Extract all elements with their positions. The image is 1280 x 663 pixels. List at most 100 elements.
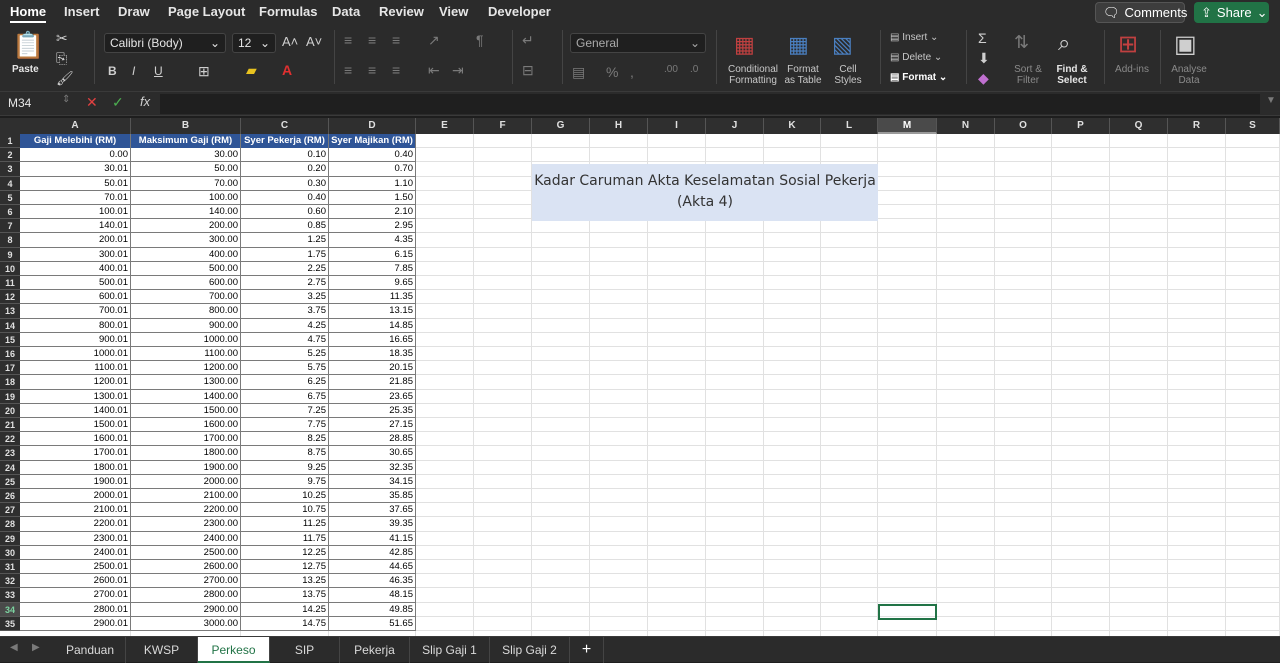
table-cell[interactable]: 8.25 [241, 432, 329, 447]
cell-styles-icon[interactable]: ▧ [832, 32, 853, 58]
format-painter-icon[interactable]: 🖌 [56, 70, 74, 87]
column-header-n[interactable]: N [937, 118, 995, 134]
table-cell[interactable]: 30.00 [131, 148, 241, 163]
conditional-formatting-button[interactable]: Conditional Formatting [726, 64, 780, 86]
table-cell[interactable]: 1400.01 [20, 403, 131, 418]
table-cell[interactable]: 0.10 [241, 148, 329, 163]
align-center-icon[interactable]: ≡ [368, 62, 376, 78]
table-cell[interactable]: 7.75 [241, 418, 329, 433]
table-cell[interactable]: 1300.00 [131, 375, 241, 390]
table-cell[interactable]: 0.40 [329, 148, 416, 163]
table-cell[interactable]: 100.01 [20, 205, 131, 220]
row-header[interactable]: 33 [0, 588, 20, 603]
copy-icon[interactable]: ⎘ [56, 50, 67, 67]
table-cell[interactable]: 2400.01 [20, 545, 131, 560]
table-cell[interactable]: 400.00 [131, 247, 241, 262]
format-as-table-icon[interactable]: ▦ [788, 32, 809, 58]
row-header[interactable]: 30 [0, 545, 20, 560]
table-cell[interactable]: 2500.01 [20, 560, 131, 575]
table-cell[interactable]: 21.85 [329, 375, 416, 390]
table-cell[interactable]: 0.85 [241, 219, 329, 234]
table-cell[interactable]: 0.40 [241, 190, 329, 205]
analyse-data-button[interactable]: Analyse Data [1168, 64, 1210, 86]
paste-button[interactable]: Paste [12, 64, 39, 75]
scroll-left-icon[interactable]: ◀ [10, 642, 18, 653]
table-cell[interactable]: 16.65 [329, 332, 416, 347]
row-header[interactable]: 6 [0, 205, 20, 220]
table-cell[interactable]: 9.65 [329, 276, 416, 291]
table-cell[interactable]: 2100.00 [131, 489, 241, 504]
table-cell[interactable]: 30.01 [20, 162, 131, 177]
table-cell[interactable]: 13.15 [329, 304, 416, 319]
scroll-right-icon[interactable]: ▶ [32, 642, 40, 653]
table-cell[interactable]: 200.01 [20, 233, 131, 248]
table-cell[interactable]: 2.75 [241, 276, 329, 291]
clear-icon[interactable]: ◆ [978, 70, 989, 87]
table-cell[interactable]: 100.00 [131, 190, 241, 205]
table-cell[interactable]: 300.00 [131, 233, 241, 248]
table-cell[interactable]: 2900.01 [20, 616, 131, 631]
align-bottom-icon[interactable]: ≡ [392, 32, 400, 48]
table-cell[interactable]: 1200.01 [20, 375, 131, 390]
tab-formulas[interactable]: Formulas [259, 4, 318, 19]
table-cell[interactable]: 2600.00 [131, 560, 241, 575]
sort-filter-button[interactable]: Sort & Filter [1010, 64, 1046, 86]
table-cell[interactable]: 6.25 [241, 375, 329, 390]
table-cell[interactable]: 500.01 [20, 276, 131, 291]
row-header[interactable]: 21 [0, 418, 20, 433]
table-cell[interactable]: 2000.00 [131, 474, 241, 489]
table-cell[interactable]: 140.01 [20, 219, 131, 234]
table-cell[interactable]: 34.15 [329, 474, 416, 489]
table-cell[interactable]: 1600.01 [20, 432, 131, 447]
percent-icon[interactable]: % [606, 64, 618, 80]
column-header-f[interactable]: F [474, 118, 532, 134]
table-cell[interactable]: 1800.01 [20, 460, 131, 475]
table-cell[interactable]: 1700.00 [131, 432, 241, 447]
column-header-m[interactable]: M [878, 118, 937, 134]
row-header[interactable]: 5 [0, 190, 20, 205]
table-header-cell[interactable]: Syer Pekerja (RM) [241, 134, 329, 149]
table-cell[interactable]: 800.00 [131, 304, 241, 319]
analyse-data-icon[interactable]: ▣ [1174, 30, 1197, 59]
column-header-q[interactable]: Q [1110, 118, 1168, 134]
enter-icon[interactable]: ✓ [112, 94, 124, 111]
table-cell[interactable]: 1500.00 [131, 403, 241, 418]
table-cell[interactable]: 1.50 [329, 190, 416, 205]
row-header[interactable]: 9 [0, 247, 20, 262]
table-cell[interactable]: 49.85 [329, 602, 416, 617]
table-cell[interactable]: 2300.00 [131, 517, 241, 532]
tab-draw[interactable]: Draw [118, 4, 150, 19]
column-header-c[interactable]: C [241, 118, 329, 134]
increase-font-icon[interactable]: A˄ [282, 34, 298, 49]
table-cell[interactable]: 13.25 [241, 574, 329, 589]
sheet-tab-slip-gaji-2[interactable]: Slip Gaji 2 [490, 637, 570, 663]
table-cell[interactable]: 20.15 [329, 361, 416, 376]
table-cell[interactable]: 70.00 [131, 176, 241, 191]
column-header-a[interactable]: A [20, 118, 131, 134]
increase-indent-icon[interactable]: ⇥ [452, 62, 464, 79]
fill-color-icon[interactable]: ▰ [246, 62, 257, 79]
table-cell[interactable]: 2500.00 [131, 545, 241, 560]
table-cell[interactable]: 2200.00 [131, 503, 241, 518]
table-cell[interactable]: 5.75 [241, 361, 329, 376]
find-icon[interactable]: ⌕ [1058, 30, 1070, 56]
table-cell[interactable]: 3000.00 [131, 616, 241, 631]
row-header[interactable]: 20 [0, 403, 20, 418]
table-cell[interactable]: 1100.00 [131, 347, 241, 362]
italic-icon[interactable]: I [132, 64, 135, 78]
align-left-icon[interactable]: ≡ [344, 62, 352, 78]
sheet-tab-perkeso[interactable]: Perkeso [198, 637, 270, 663]
table-cell[interactable]: 1900.00 [131, 460, 241, 475]
column-header-l[interactable]: L [821, 118, 878, 134]
table-cell[interactable]: 18.35 [329, 347, 416, 362]
table-cell[interactable]: 700.01 [20, 304, 131, 319]
table-cell[interactable]: 12.25 [241, 545, 329, 560]
align-top-icon[interactable]: ≡ [344, 32, 352, 48]
table-cell[interactable]: 46.35 [329, 574, 416, 589]
table-cell[interactable]: 900.01 [20, 332, 131, 347]
find-select-button[interactable]: Find & Select [1053, 64, 1091, 86]
row-header[interactable]: 4 [0, 176, 20, 191]
orientation-icon[interactable]: ↗ [428, 32, 440, 49]
table-cell[interactable]: 1900.01 [20, 474, 131, 489]
font-family-select[interactable]: Calibri (Body) ⌄ [104, 33, 226, 53]
